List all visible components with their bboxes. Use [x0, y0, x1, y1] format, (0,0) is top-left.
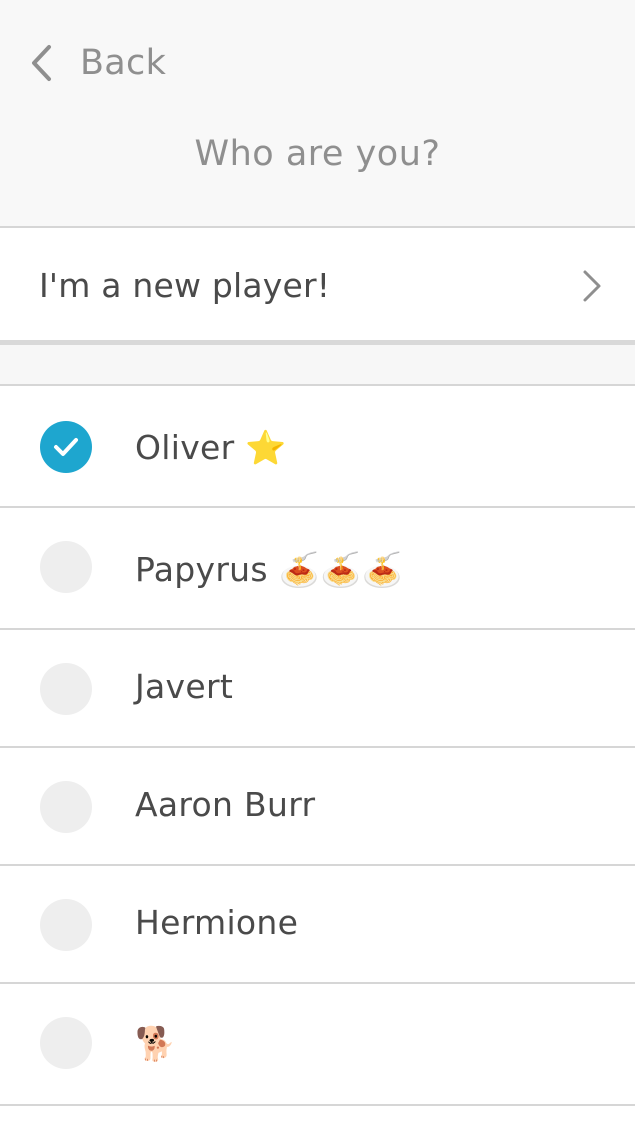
player-list: Oliver ⭐ Papyrus 🍝🍝🍝 Javert Aaron Burr H…: [0, 386, 635, 1106]
player-row-dog[interactable]: 🐕: [0, 984, 635, 1106]
player-name: Hermione: [135, 903, 299, 942]
player-name: Javert: [135, 667, 234, 706]
page-title: Who are you?: [194, 134, 441, 174]
radio-unselected[interactable]: [40, 541, 92, 593]
player-row-hermione[interactable]: Hermione: [0, 866, 635, 984]
player-row-papyrus[interactable]: Papyrus 🍝🍝🍝: [0, 508, 635, 630]
app-screen: Back Who are you? I'm a new player! Oliv…: [0, 0, 635, 1127]
radio-unselected[interactable]: [40, 1017, 92, 1069]
section-separator: [0, 340, 635, 386]
player-row-oliver[interactable]: Oliver ⭐: [0, 386, 635, 508]
player-name: Aaron Burr: [135, 785, 316, 824]
radio-selected[interactable]: [40, 421, 92, 473]
radio-unselected[interactable]: [40, 899, 92, 951]
player-name: Papyrus 🍝🍝🍝: [135, 550, 403, 589]
chevron-right-icon: [582, 269, 602, 307]
player-name: Oliver ⭐: [135, 428, 287, 467]
back-label: Back: [80, 43, 167, 83]
radio-unselected[interactable]: [40, 781, 92, 833]
checkmark-icon: [54, 438, 78, 456]
player-row-aaron-burr[interactable]: Aaron Burr: [0, 748, 635, 866]
back-button[interactable]: Back: [30, 38, 166, 88]
chevron-left-icon: [30, 44, 52, 82]
header: Back Who are you?: [0, 0, 635, 228]
new-player-row[interactable]: I'm a new player!: [0, 230, 635, 340]
player-row-javert[interactable]: Javert: [0, 630, 635, 748]
new-player-label: I'm a new player!: [39, 265, 331, 305]
player-name: 🐕: [135, 1024, 177, 1063]
radio-unselected[interactable]: [40, 663, 92, 715]
